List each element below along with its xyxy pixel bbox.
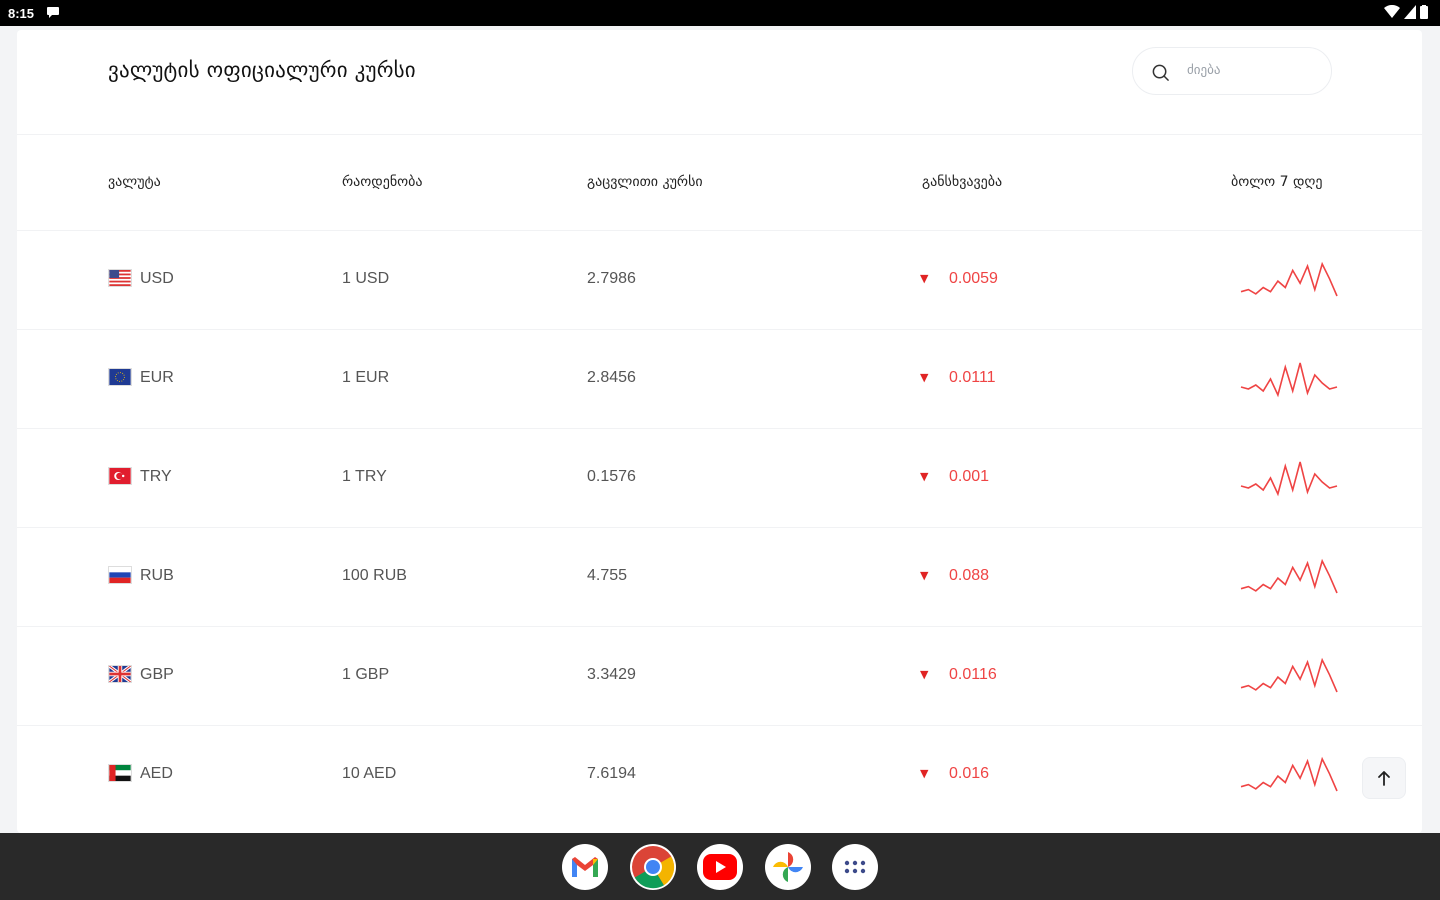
currency-quantity: 1 GBP [342, 666, 390, 683]
page-title: ვალუტის ოფიციალური კურსი [108, 58, 416, 82]
chrome-app-button[interactable] [630, 844, 676, 890]
currency-quantity: 1 USD [342, 270, 390, 287]
search-box[interactable]: ძიება [1132, 47, 1332, 95]
currency-code: EUR [140, 369, 174, 386]
currency-row-try[interactable]: TRY 1 TRY 0.1576 ▼ 0.001 [17, 428, 1422, 527]
scroll-to-top-button[interactable] [1362, 757, 1406, 799]
currency-code: USD [140, 270, 174, 287]
flag-eu-icon [108, 368, 132, 386]
rate-difference: 0.016 [949, 765, 990, 782]
currency-row-eur[interactable]: EUR 1 EUR 2.8456 ▼ 0.0111 [17, 329, 1422, 428]
currency-code: GBP [140, 666, 174, 683]
rate-difference: 0.0116 [949, 666, 997, 683]
currency-row-gbp[interactable]: GBP 1 GBP 3.3429 ▼ 0.0116 [17, 626, 1422, 725]
sparkline-7-days [1240, 461, 1338, 497]
currency-row-usd[interactable]: USD 1 USD 2.7986 ▼ 0.0059 [17, 230, 1422, 329]
currency-quantity: 100 RUB [342, 567, 407, 584]
flag-ru-icon [108, 566, 132, 584]
currency-row-rub[interactable]: RUB 100 RUB 4.755 ▼ 0.088 [17, 527, 1422, 626]
app-launcher-icon [844, 860, 866, 874]
chrome-icon [632, 846, 675, 889]
column-header-currency: ვალუტა [108, 174, 161, 190]
currency-row-aed[interactable]: AED 10 AED 7.6194 ▼ 0.016 [17, 725, 1422, 824]
flag-ae-icon [108, 764, 132, 782]
currency-quantity: 10 AED [342, 765, 397, 782]
battery-icon [1420, 5, 1428, 19]
trend-down-icon: ▼ [920, 272, 929, 285]
exchange-rate: 2.8456 [587, 369, 636, 386]
sparkline-7-days [1240, 558, 1338, 594]
currency-code: TRY [140, 468, 172, 485]
currency-code: AED [140, 765, 173, 782]
currency-quantity: 1 EUR [342, 369, 390, 386]
trend-down-icon: ▼ [920, 668, 929, 681]
rate-difference: 0.0111 [949, 369, 996, 386]
photos-icon [773, 852, 803, 882]
column-header-rate: გაცვლითი კურსი [587, 174, 703, 190]
exchange-rates-panel: ვალუტის ოფიციალური კურსი ძიება ვალუტა რა… [17, 30, 1422, 833]
search-input[interactable]: ძიება [1187, 63, 1220, 78]
flag-us-icon [108, 269, 132, 287]
trend-down-icon: ▼ [920, 767, 929, 780]
rate-difference: 0.0059 [949, 270, 998, 287]
taskbar [0, 833, 1440, 900]
column-header-last-7-days: ბოლო 7 დღე [1231, 174, 1323, 190]
photos-app-button[interactable] [765, 844, 811, 890]
app-launcher-button[interactable] [832, 844, 878, 890]
exchange-rate: 2.7986 [587, 270, 636, 287]
trend-down-icon: ▼ [920, 371, 929, 384]
rate-difference: 0.001 [949, 468, 990, 485]
divider [17, 134, 1422, 135]
exchange-rate: 4.755 [587, 567, 628, 584]
sparkline-7-days [1240, 657, 1338, 693]
search-icon [1152, 64, 1169, 81]
sparkline-7-days [1240, 362, 1338, 398]
gmail-icon [572, 857, 598, 877]
arrow-up-icon [1378, 771, 1390, 786]
status-time: 8:15 [8, 6, 35, 21]
youtube-icon [703, 854, 737, 880]
gmail-app-button[interactable] [562, 844, 608, 890]
exchange-rate: 0.1576 [587, 468, 636, 485]
status-icons [1384, 5, 1428, 19]
column-header-difference: განსხვავება [922, 174, 1003, 190]
exchange-rate: 7.6194 [587, 765, 636, 782]
youtube-app-button[interactable] [697, 844, 743, 890]
currency-code: RUB [140, 567, 174, 584]
signal-icon [1404, 5, 1416, 19]
exchange-rate: 3.3429 [587, 666, 636, 683]
wifi-icon [1384, 5, 1400, 18]
trend-down-icon: ▼ [920, 569, 929, 582]
sparkline-7-days [1240, 756, 1338, 792]
column-header-quantity: რაოდენობა [342, 174, 423, 190]
sparkline-7-days [1240, 261, 1338, 297]
currency-quantity: 1 TRY [342, 468, 387, 485]
message-notification-icon [47, 7, 59, 18]
rate-difference: 0.088 [949, 567, 990, 584]
trend-down-icon: ▼ [920, 470, 929, 483]
flag-tr-icon [108, 467, 132, 485]
flag-gb-icon [108, 665, 132, 683]
status-bar: 8:15 [0, 0, 1440, 26]
